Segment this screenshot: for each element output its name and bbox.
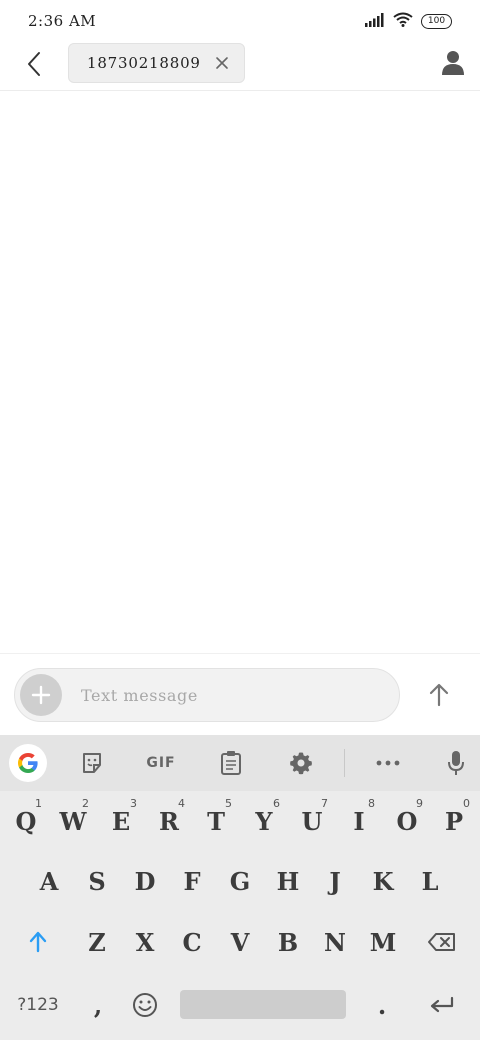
key-hint: 0: [463, 797, 470, 810]
recipient-number: 18730218809: [87, 54, 201, 72]
clipboard-button[interactable]: [211, 743, 251, 783]
key-o[interactable]: O9: [383, 793, 431, 849]
settings-button[interactable]: [281, 743, 321, 783]
battery-level: 100: [427, 16, 446, 26]
clipboard-icon: [221, 751, 241, 775]
key-r[interactable]: R4: [145, 793, 193, 849]
message-input[interactable]: [81, 682, 381, 708]
period-key[interactable]: .: [358, 977, 406, 1033]
key-hint: 1: [35, 797, 42, 810]
gif-label: GIF: [146, 755, 176, 771]
toolbar-divider: [344, 749, 345, 777]
key-g[interactable]: G: [216, 853, 264, 909]
recipient-chip[interactable]: 18730218809: [68, 43, 245, 83]
wifi-icon: [393, 12, 413, 31]
plus-icon: [31, 685, 51, 705]
status-bar: 2:36 AM 100: [0, 0, 480, 42]
key-a[interactable]: A: [25, 853, 73, 909]
key-hint: 7: [321, 797, 328, 810]
key-hint: 4: [178, 797, 185, 810]
shift-arrow-icon: [29, 931, 47, 953]
gif-button[interactable]: GIF: [141, 743, 181, 783]
shift-key[interactable]: [14, 914, 62, 970]
sticker-icon: [83, 753, 101, 773]
key-label: R: [159, 806, 179, 836]
key-hint: 5: [225, 797, 232, 810]
keyboard: G I F Q 1 W 2 E 3 R 4 T 5 Y 6 U 7 I 8 O 9 …: [0, 735, 480, 1040]
back-arrow-icon: [28, 52, 40, 76]
key-d[interactable]: D: [121, 853, 169, 909]
voice-input-button[interactable]: [436, 743, 476, 783]
key-e[interactable]: E3: [97, 793, 145, 849]
key-c[interactable]: C: [168, 914, 216, 970]
key-i[interactable]: I8: [335, 793, 383, 849]
emoji-icon: [133, 993, 157, 1017]
key-b[interactable]: B: [264, 914, 312, 970]
sticker-button[interactable]: [72, 743, 112, 783]
key-x[interactable]: X: [121, 914, 169, 970]
key-l[interactable]: L: [406, 853, 454, 909]
space-key[interactable]: [180, 990, 346, 1019]
key-label: O: [396, 806, 418, 836]
symbols-key[interactable]: ?123: [8, 977, 68, 1033]
contact-button[interactable]: [440, 50, 466, 76]
key-label: T: [207, 806, 225, 836]
key-s[interactable]: S: [73, 853, 121, 909]
battery-icon: 100: [421, 13, 452, 29]
key-hint: 8: [368, 797, 375, 810]
key-w[interactable]: W2: [49, 793, 97, 849]
add-attachment-button[interactable]: [20, 674, 62, 716]
key-j[interactable]: J: [311, 853, 359, 909]
google-g-icon: [18, 753, 38, 773]
comma-key[interactable]: ,: [74, 977, 122, 1033]
key-label: W: [59, 806, 87, 836]
key-v[interactable]: V: [216, 914, 264, 970]
key-label: U: [301, 806, 323, 836]
enter-icon: [430, 996, 454, 1013]
compose-bar: [0, 653, 480, 735]
key-label: Y: [255, 806, 273, 836]
backspace-key[interactable]: [418, 914, 466, 970]
send-button[interactable]: [422, 678, 456, 712]
google-button[interactable]: [9, 744, 47, 782]
key-z[interactable]: Z: [73, 914, 121, 970]
close-icon[interactable]: [214, 55, 230, 71]
emoji-key[interactable]: [121, 977, 169, 1033]
mic-icon: [448, 751, 464, 775]
key-f[interactable]: F: [168, 853, 216, 909]
key-k[interactable]: K: [359, 853, 407, 909]
key-t[interactable]: T5: [192, 793, 240, 849]
key-hint: 6: [273, 797, 280, 810]
arrow-up-icon: [429, 683, 449, 707]
enter-key[interactable]: [418, 977, 466, 1033]
conversation-header: 18730218809: [0, 42, 480, 91]
compose-box: [14, 668, 400, 722]
keyboard-toolbar: GIF: [0, 735, 480, 791]
person-icon: [442, 51, 464, 75]
key-label: I: [353, 806, 365, 836]
backspace-icon: [428, 933, 455, 951]
key-p[interactable]: P0: [430, 793, 478, 849]
key-hint: 9: [416, 797, 423, 810]
key-h[interactable]: H: [264, 853, 312, 909]
key-hint: 3: [130, 797, 137, 810]
key-label: Q: [15, 806, 37, 836]
key-u[interactable]: U7: [288, 793, 336, 849]
more-button[interactable]: [368, 743, 408, 783]
status-time: 2:36 AM: [28, 12, 97, 30]
key-y[interactable]: Y6: [240, 793, 288, 849]
message-list: [0, 92, 480, 652]
key-q[interactable]: Q1: [2, 793, 50, 849]
key-label: E: [111, 806, 131, 836]
gear-icon: [290, 752, 312, 775]
signal-icon: [365, 12, 385, 31]
key-label: P: [444, 806, 464, 836]
key-hint: 2: [82, 797, 89, 810]
back-button[interactable]: [18, 48, 50, 80]
status-icons: 100: [365, 12, 452, 30]
key-m[interactable]: M: [359, 914, 407, 970]
more-dots-icon: [376, 760, 400, 766]
key-n[interactable]: N: [311, 914, 359, 970]
